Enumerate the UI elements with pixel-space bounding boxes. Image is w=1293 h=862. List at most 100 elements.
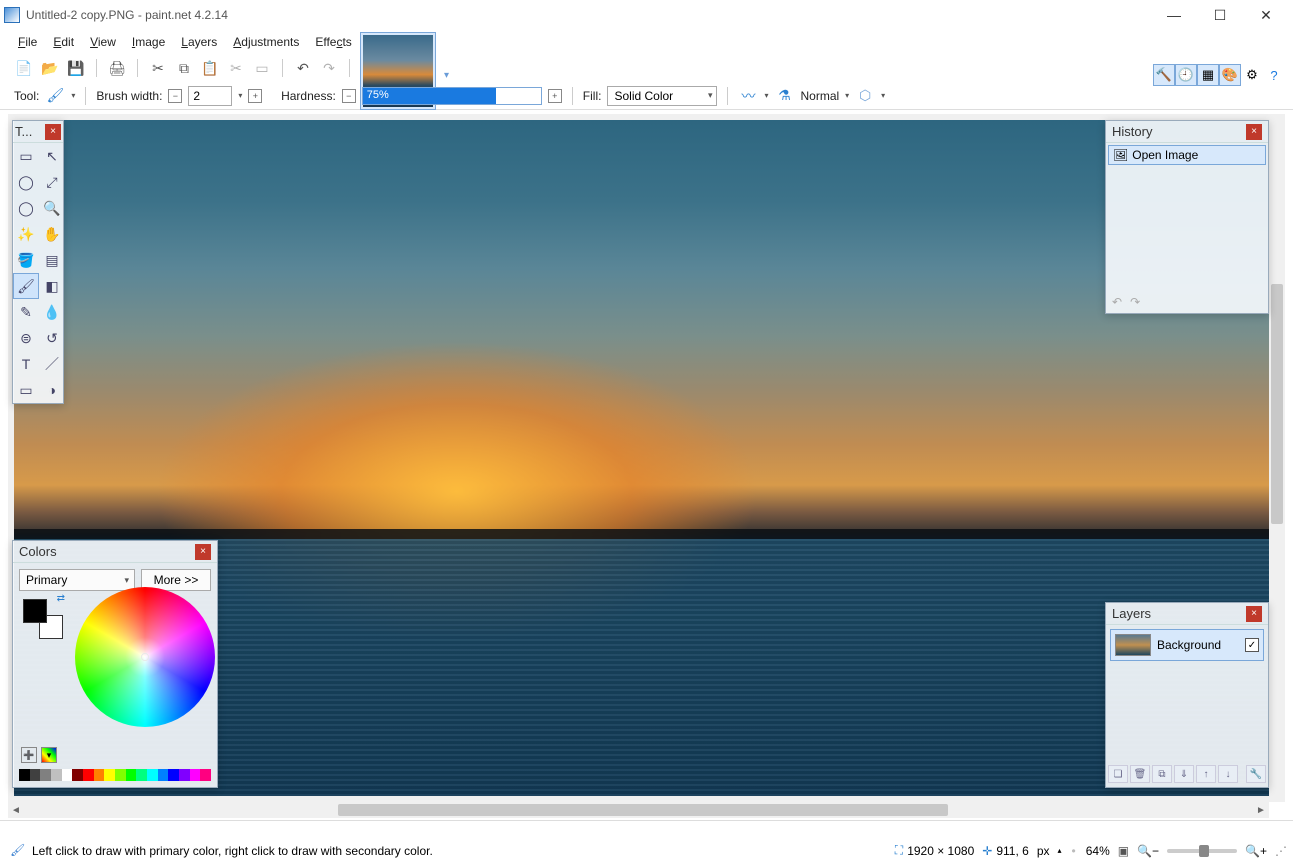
print-icon[interactable]: 🖨 bbox=[107, 58, 127, 78]
history-item[interactable]: 🖼 Open Image bbox=[1108, 145, 1266, 165]
crop-icon[interactable]: ✂ bbox=[226, 58, 246, 78]
palette-swatch[interactable] bbox=[94, 769, 105, 781]
colors-window-toggle[interactable]: 🎨 bbox=[1219, 64, 1241, 86]
pencil-tool[interactable]: ✎ bbox=[13, 299, 39, 325]
palette-swatch[interactable] bbox=[147, 769, 158, 781]
palette-swatch[interactable] bbox=[72, 769, 83, 781]
menu-layers[interactable]: Layers bbox=[173, 33, 225, 51]
blend-chevron-icon[interactable]: ▾ bbox=[845, 91, 849, 100]
selection-mode-icon[interactable]: ⬡ bbox=[855, 86, 875, 106]
magic-wand-tool[interactable]: ✨ bbox=[13, 221, 39, 247]
clone-stamp-tool[interactable]: ⊜ bbox=[13, 325, 39, 351]
menu-file[interactable]: File bbox=[10, 33, 45, 51]
hardness-increase[interactable]: + bbox=[548, 89, 562, 103]
zoom-tool[interactable]: 🔍 bbox=[39, 195, 65, 221]
redo-icon[interactable]: ↷ bbox=[319, 58, 339, 78]
redo-all-icon[interactable]: ↷ bbox=[1130, 295, 1140, 309]
brush-width-chevron-icon[interactable]: ▾ bbox=[238, 91, 242, 100]
color-wheel-picker-icon[interactable] bbox=[141, 653, 149, 661]
primary-color-swatch[interactable] bbox=[23, 599, 47, 623]
shapes-tool[interactable]: ◑ bbox=[39, 377, 65, 403]
zoom-out-icon[interactable]: 🔍− bbox=[1137, 844, 1159, 858]
palette-swatch[interactable] bbox=[62, 769, 73, 781]
palette-swatch[interactable] bbox=[115, 769, 126, 781]
blend-mode[interactable]: Normal bbox=[800, 89, 839, 103]
save-icon[interactable]: 💾 bbox=[66, 58, 86, 78]
horizontal-scrollbar[interactable]: ◄ ► bbox=[8, 802, 1269, 818]
maximize-button[interactable]: ☐ bbox=[1197, 0, 1243, 30]
selmode-chevron-icon[interactable]: ▾ bbox=[881, 91, 885, 100]
settings-button[interactable]: ⚙ bbox=[1241, 64, 1263, 86]
zoom-slider[interactable] bbox=[1167, 849, 1237, 853]
brush-width-increase[interactable]: + bbox=[248, 89, 262, 103]
palette-swatch[interactable] bbox=[30, 769, 41, 781]
color-wheel[interactable] bbox=[75, 587, 215, 727]
palette-swatch[interactable] bbox=[126, 769, 137, 781]
palette-swatch[interactable] bbox=[179, 769, 190, 781]
palette-swatch[interactable] bbox=[19, 769, 30, 781]
window-resize-grip-icon[interactable]: ⋰ bbox=[1275, 844, 1285, 858]
scroll-left-icon[interactable]: ◄ bbox=[8, 802, 24, 818]
color-mode-select[interactable]: Primary bbox=[19, 569, 135, 591]
move-down-button[interactable]: ↓ bbox=[1218, 765, 1238, 783]
palette-swatch[interactable] bbox=[104, 769, 115, 781]
menu-adjustments[interactable]: Adjustments bbox=[225, 33, 307, 51]
eraser-tool[interactable]: ◧ bbox=[39, 273, 65, 299]
hardness-slider[interactable]: 75% bbox=[362, 87, 542, 105]
active-tool-icon[interactable]: 🖌 bbox=[45, 86, 65, 106]
menu-effects[interactable]: Effects bbox=[307, 33, 359, 51]
gradient-tool[interactable]: ▤ bbox=[39, 247, 65, 273]
layer-visible-checkbox[interactable]: ✓ bbox=[1245, 638, 1259, 652]
color-palette[interactable] bbox=[19, 769, 211, 781]
move-up-button[interactable]: ↑ bbox=[1196, 765, 1216, 783]
undo-icon[interactable]: ↶ bbox=[293, 58, 313, 78]
paintbrush-tool[interactable]: 🖌 bbox=[13, 273, 39, 299]
move-selection-tool[interactable]: ⤢ bbox=[39, 169, 65, 195]
minimize-button[interactable]: ― bbox=[1151, 0, 1197, 30]
history-window-toggle[interactable]: 🕘 bbox=[1175, 64, 1197, 86]
vertical-scrollbar[interactable] bbox=[1269, 114, 1285, 802]
tools-panel-close[interactable]: × bbox=[45, 124, 61, 140]
palette-swatch[interactable] bbox=[51, 769, 62, 781]
menu-image[interactable]: Image bbox=[124, 33, 173, 51]
add-layer-button[interactable]: ❏ bbox=[1108, 765, 1128, 783]
close-button[interactable]: ✕ bbox=[1243, 0, 1289, 30]
deselect-icon[interactable]: ▭ bbox=[252, 58, 272, 78]
layers-window-toggle[interactable]: ▦ bbox=[1197, 64, 1219, 86]
palette-swatch[interactable] bbox=[190, 769, 201, 781]
menu-view[interactable]: View bbox=[82, 33, 124, 51]
merge-down-button[interactable]: ⇓ bbox=[1174, 765, 1194, 783]
color-picker-tool[interactable]: 💧 bbox=[39, 299, 65, 325]
fill-select[interactable]: Solid Color bbox=[607, 86, 717, 106]
swap-colors-icon[interactable]: ⇄ bbox=[57, 593, 65, 604]
duplicate-layer-button[interactable]: ⧉ bbox=[1152, 765, 1172, 783]
brush-width-decrease[interactable]: − bbox=[168, 89, 182, 103]
palette-swatch[interactable] bbox=[40, 769, 51, 781]
layer-properties-button[interactable]: 🔧 bbox=[1246, 765, 1266, 783]
open-icon[interactable]: 📂 bbox=[40, 58, 60, 78]
rect-select-tool[interactable]: ▭ bbox=[13, 143, 39, 169]
unit-chevron-icon[interactable]: ▴ bbox=[1058, 846, 1062, 855]
palette-swatch[interactable] bbox=[136, 769, 147, 781]
palette-swatch[interactable] bbox=[200, 769, 211, 781]
undo-all-icon[interactable]: ↶ bbox=[1112, 295, 1122, 309]
palette-menu-button[interactable]: ▾ bbox=[41, 747, 57, 763]
palette-swatch[interactable] bbox=[158, 769, 169, 781]
move-tool[interactable]: ↖ bbox=[39, 143, 65, 169]
history-panel-close[interactable]: × bbox=[1246, 124, 1262, 140]
recolor-tool[interactable]: ↺ bbox=[39, 325, 65, 351]
primary-secondary-swatch[interactable]: ⇄ bbox=[23, 599, 63, 639]
layers-panel-close[interactable]: × bbox=[1246, 606, 1262, 622]
menu-edit[interactable]: Edit bbox=[45, 33, 82, 51]
ellipse-select-tool[interactable]: ◯ bbox=[13, 195, 39, 221]
aa-chevron-icon[interactable]: ▾ bbox=[764, 91, 768, 100]
text-tool[interactable]: T bbox=[13, 351, 39, 377]
delete-layer-button[interactable]: 🗑 bbox=[1130, 765, 1150, 783]
zoom-in-icon[interactable]: 🔍+ bbox=[1245, 844, 1267, 858]
unit-label[interactable]: px bbox=[1037, 844, 1050, 858]
line-tool[interactable]: ／ bbox=[39, 351, 65, 377]
cut-icon[interactable]: ✂ bbox=[148, 58, 168, 78]
help-button[interactable]: ? bbox=[1263, 64, 1285, 86]
palette-swatch[interactable] bbox=[83, 769, 94, 781]
copy-icon[interactable]: ⧉ bbox=[174, 58, 194, 78]
